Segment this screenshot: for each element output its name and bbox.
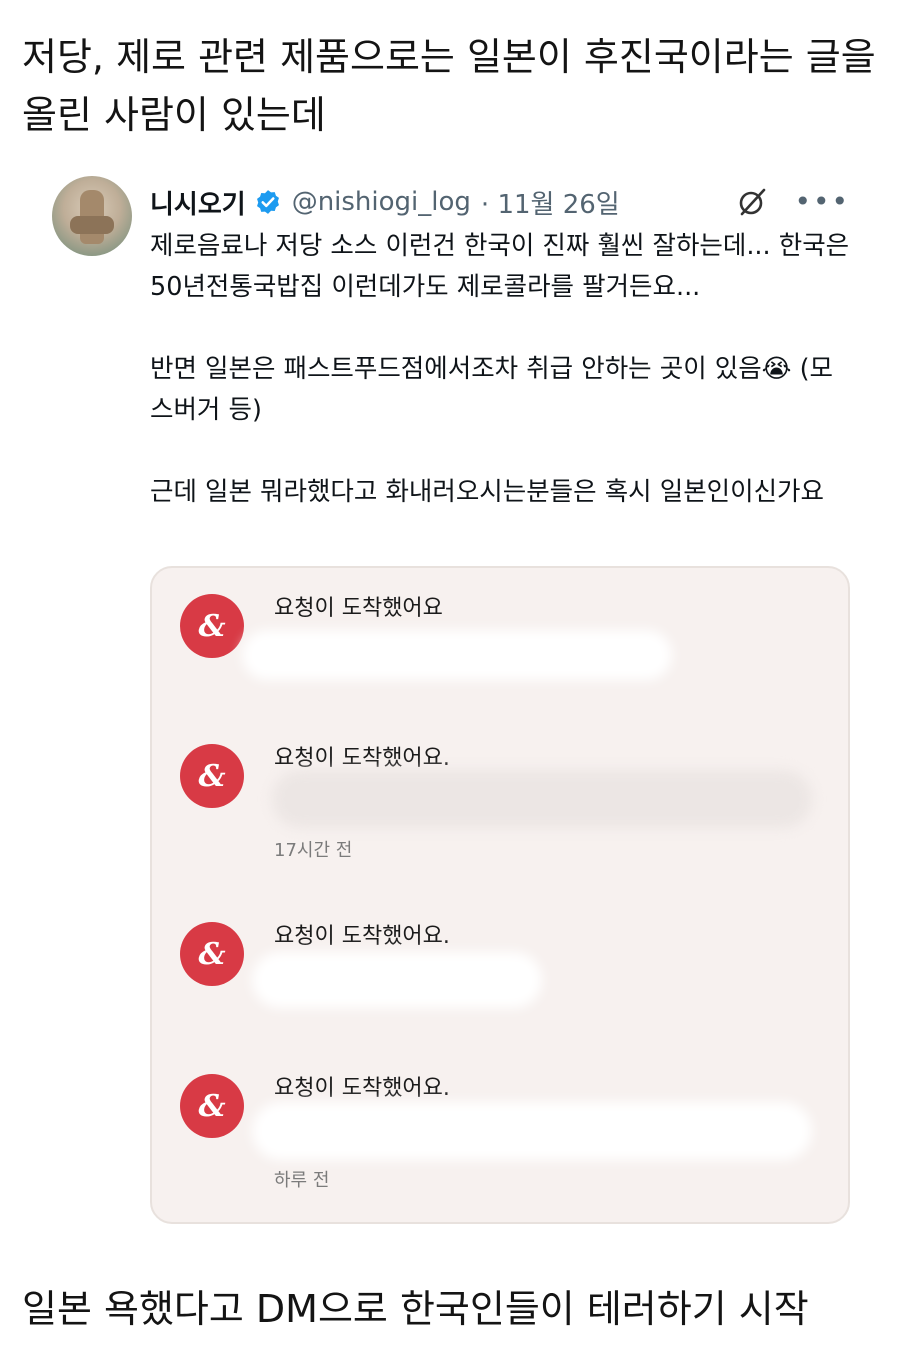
redacted-message bbox=[252, 1102, 812, 1160]
app-logo-icon: & bbox=[180, 922, 244, 986]
app-logo-icon: & bbox=[180, 1074, 244, 1138]
notification-time: 17시간 전 bbox=[274, 840, 353, 861]
app-logo-icon: & bbox=[180, 744, 244, 808]
caption-bottom: 일본 욕했다고 DM으로 한국인들이 테러하기 시작 bbox=[22, 1287, 809, 1331]
verified-badge-icon bbox=[256, 190, 279, 214]
notification-title: 요청이 도착했어요 bbox=[274, 596, 443, 621]
tweet-paragraph-2: 반면 일본은 패스트푸드점에서조차 취급 안하는 곳이 있음😭 (모스버거 등) bbox=[150, 354, 833, 425]
tweet-paragraph-3: 근데 일본 뭐라했다고 화내러오시는분들은 혹시 일본인이신가요 bbox=[150, 477, 824, 507]
caption-top: 저당, 제로 관련 제품으로는 일본이 후진국이라는 글을 올린 사람이 있는데 bbox=[22, 35, 876, 137]
tweet-date[interactable]: · 11월 26일 bbox=[481, 184, 620, 221]
tweet-header: 니시오기 @nishiogi_log · 11월 26일 ••• bbox=[150, 180, 850, 224]
app-logo-icon: & bbox=[180, 594, 244, 658]
avatar[interactable] bbox=[52, 176, 132, 256]
tweet-text: 제로음료나 저당 소스 이런건 한국이 진짜 훨씬 잘하는데... 한국은 50… bbox=[150, 226, 850, 513]
redacted-message bbox=[242, 630, 672, 680]
display-name[interactable]: 니시오기 bbox=[150, 184, 246, 221]
tweet-paragraph-1: 제로음료나 저당 소스 이런건 한국이 진짜 훨씬 잘하는데... 한국은 50… bbox=[150, 231, 850, 302]
notification-title: 요청이 도착했어요. bbox=[274, 1076, 450, 1101]
notification-title: 요청이 도착했어요. bbox=[274, 924, 450, 949]
more-options-icon[interactable]: ••• bbox=[794, 188, 850, 216]
redacted-message bbox=[272, 770, 812, 828]
grok-icon[interactable] bbox=[736, 186, 768, 218]
dm-screenshot-card: & 요청이 도착했어요 & 요청이 도착했어요. 17시간 전 & 요청이 도착… bbox=[150, 566, 850, 1224]
notification-time: 하루 전 bbox=[274, 1170, 330, 1191]
handle[interactable]: @nishiogi_log bbox=[292, 187, 471, 217]
avatar-figure-base bbox=[70, 216, 114, 234]
notification-title: 요청이 도착했어요. bbox=[274, 746, 450, 771]
redacted-message bbox=[252, 952, 542, 1008]
